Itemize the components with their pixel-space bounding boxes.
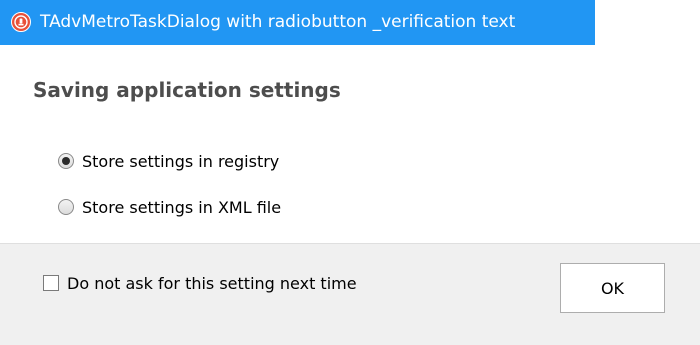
radio-store-registry[interactable]: Store settings in registry xyxy=(58,150,279,172)
radio-label-xml[interactable]: Store settings in XML file xyxy=(82,198,281,217)
dialog-footer: Do not ask for this setting next time OK xyxy=(0,243,700,345)
app-logo-icon xyxy=(11,12,31,32)
checkbox-box[interactable] xyxy=(43,275,59,291)
verification-label[interactable]: Do not ask for this setting next time xyxy=(67,274,357,293)
radio-button-selected[interactable] xyxy=(58,153,74,169)
radio-button-unselected[interactable] xyxy=(58,199,74,215)
radio-store-xml[interactable]: Store settings in XML file xyxy=(58,196,281,218)
radio-label-registry[interactable]: Store settings in registry xyxy=(82,152,279,171)
verification-checkbox[interactable]: Do not ask for this setting next time xyxy=(43,272,357,294)
dialog-heading: Saving application settings xyxy=(33,78,341,102)
ok-button[interactable]: OK xyxy=(560,263,665,313)
radio-dot-icon xyxy=(62,157,70,165)
task-dialog: TAdvMetroTaskDialog with radiobutton _ve… xyxy=(0,0,700,345)
window-title: TAdvMetroTaskDialog with radiobutton _ve… xyxy=(40,12,516,32)
title-bar: TAdvMetroTaskDialog with radiobutton _ve… xyxy=(0,0,595,45)
